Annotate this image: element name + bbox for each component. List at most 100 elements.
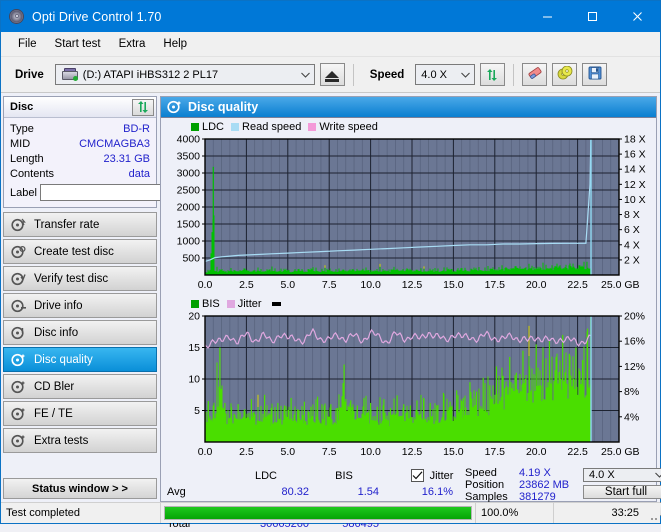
disc-row-length-value: 23.31 GB [104, 153, 150, 165]
start-full-button[interactable]: Start full [583, 485, 661, 499]
legend-swatch [231, 123, 239, 131]
chevron-down-icon [297, 72, 314, 78]
svg-text:17.5: 17.5 [485, 446, 506, 458]
extra-tests-icon [11, 434, 26, 448]
chart-2-legend: BIS Jitter [163, 296, 654, 312]
cell-ldc: 80.32 [223, 484, 309, 500]
sidebar-item-label: Disc info [34, 327, 78, 339]
svg-text:15.0: 15.0 [443, 279, 464, 291]
readout-panel: Speed 4.19 X Position 23862 MB Samples 3… [461, 467, 661, 501]
legend-label: Read speed [242, 121, 301, 133]
svg-text:5.0: 5.0 [280, 279, 295, 291]
svg-text:20.0: 20.0 [526, 446, 547, 458]
erase-button[interactable] [522, 63, 547, 86]
close-button[interactable] [615, 1, 660, 32]
statistics-bar: LDC BIS Jitter Avg 80.32 1.54 16.1% Tota… [161, 463, 656, 501]
refresh-icon [137, 101, 150, 113]
drive-select[interactable]: (D:) ATAPI iHBS312 2 PL17 [55, 64, 315, 85]
speed-select-value: 4.0 X [416, 69, 457, 81]
svg-text:12%: 12% [624, 361, 645, 373]
resize-grip[interactable] [644, 503, 660, 523]
svg-text:7.5: 7.5 [322, 279, 337, 291]
svg-text:10.0: 10.0 [360, 446, 381, 458]
svg-text:2.5: 2.5 [239, 279, 254, 291]
menu-bar: File Start test Extra Help [1, 32, 660, 57]
disc-row-type-value: BD-R [123, 123, 150, 135]
legend-label: Jitter [238, 298, 262, 310]
disc-properties: Type BD-R MID CMCMAGBA3 Length 23.31 GB … [4, 118, 156, 207]
jitter-toggle-cell: Jitter [395, 467, 461, 484]
svg-text:16%: 16% [624, 336, 645, 348]
legend-item-read-speed: Read speed [231, 121, 301, 133]
sidebar-item-fe-te[interactable]: FE / TE [3, 401, 157, 426]
menu-extra[interactable]: Extra [110, 35, 155, 53]
drive-select-value: (D:) ATAPI iHBS312 2 PL17 [83, 69, 218, 81]
svg-text:12 X: 12 X [624, 179, 646, 191]
menu-start-test[interactable]: Start test [46, 35, 110, 53]
speed-select[interactable]: 4.0 X [415, 64, 475, 85]
title-bar: Opti Drive Control 1.70 [1, 1, 660, 32]
svg-text:14 X: 14 X [624, 164, 646, 176]
sidebar-item-create-test-disc[interactable]: Create test disc [3, 239, 157, 264]
disc-row-length-key: Length [10, 153, 44, 165]
disc-row-type-key: Type [10, 123, 34, 135]
sidebar-item-transfer-rate[interactable]: Transfer rate [3, 212, 157, 237]
legend-item-bis: BIS [191, 298, 220, 310]
legend-item-jitter: Jitter [227, 298, 262, 310]
maximize-button[interactable] [570, 1, 615, 32]
progress-percent: 100.0% [476, 503, 554, 523]
disc-row-type: Type BD-R [10, 121, 150, 136]
svg-text:2500: 2500 [177, 185, 201, 197]
refresh-icon [486, 69, 499, 81]
status-window-button[interactable]: Status window > > [3, 478, 157, 499]
sidebar-item-disc-info[interactable]: Disc info [3, 320, 157, 345]
table-header-row: LDC BIS Jitter [167, 467, 461, 484]
fe-te-icon [11, 407, 26, 421]
refresh-button[interactable] [480, 63, 505, 86]
save-button[interactable] [582, 63, 607, 86]
svg-text:8%: 8% [624, 386, 639, 398]
app-window: Opti Drive Control 1.70 File Start test … [0, 0, 661, 524]
chart-marker-icon [272, 302, 281, 306]
discs-button[interactable] [552, 63, 577, 86]
svg-text:4%: 4% [624, 411, 639, 423]
svg-text:16 X: 16 X [624, 149, 646, 161]
cd-bler-icon [11, 380, 26, 394]
test-speed-select[interactable]: 4.0 X [583, 468, 661, 482]
disc-refresh-button[interactable] [132, 99, 154, 116]
sidebar-item-cd-bler[interactable]: CD Bler [3, 374, 157, 399]
eject-button[interactable] [320, 63, 345, 86]
charts-container: LDC Read speed Write speed 4000 3500 3000 2… [161, 118, 656, 463]
sidebar-item-verify-test-disc[interactable]: Verify test disc [3, 266, 157, 291]
jitter-label: Jitter [430, 470, 454, 482]
readout-values: Speed 4.19 X Position 23862 MB Samples 3… [465, 467, 583, 501]
progress-fill [165, 507, 471, 519]
chart-bis-jitter[interactable]: 20 15 10 5 20% 16% 12% 8% 4% 0.0 2.5 5.0 7.5 10.0 12.5… [163, 312, 654, 463]
sidebar-item-disc-quality[interactable]: Disc quality [3, 347, 157, 372]
drive-icon [62, 68, 78, 81]
sidebar-item-label: Verify test disc [34, 273, 108, 285]
svg-text:8 X: 8 X [624, 209, 640, 221]
svg-text:2 X: 2 X [624, 254, 640, 266]
toolbar: Drive (D:) ATAPI iHBS312 2 PL17 Speed 4.… [1, 57, 660, 93]
menu-help[interactable]: Help [154, 35, 196, 53]
svg-text:25.0 GB: 25.0 GB [601, 446, 640, 458]
disc-row-mid-key: MID [10, 138, 30, 150]
readout-position: Position 23862 MB [465, 479, 583, 491]
sidebar-item-drive-info[interactable]: Drive info [3, 293, 157, 318]
disc-row-mid-value: CMCMAGBA3 [79, 138, 150, 150]
menu-file[interactable]: File [9, 35, 46, 53]
disc-row-contents: Contents data [10, 166, 150, 181]
sidebar-item-extra-tests[interactable]: Extra tests [3, 428, 157, 453]
chart-ldc[interactable]: 4000 3500 3000 2500 2000 1500 1000 500 18 X 16 X 1… [163, 135, 654, 296]
drive-label: Drive [7, 69, 50, 81]
chart-1-legend: LDC Read speed Write speed [163, 119, 654, 135]
svg-text:20: 20 [188, 312, 200, 323]
minimize-button[interactable] [525, 1, 570, 32]
jitter-checkbox[interactable] [411, 469, 424, 482]
svg-text:10 X: 10 X [624, 194, 646, 206]
row-label: Avg [167, 484, 223, 500]
sidebar-item-label: FE / TE [34, 408, 73, 420]
disc-quality-icon [11, 353, 26, 367]
svg-text:4000: 4000 [177, 135, 201, 146]
